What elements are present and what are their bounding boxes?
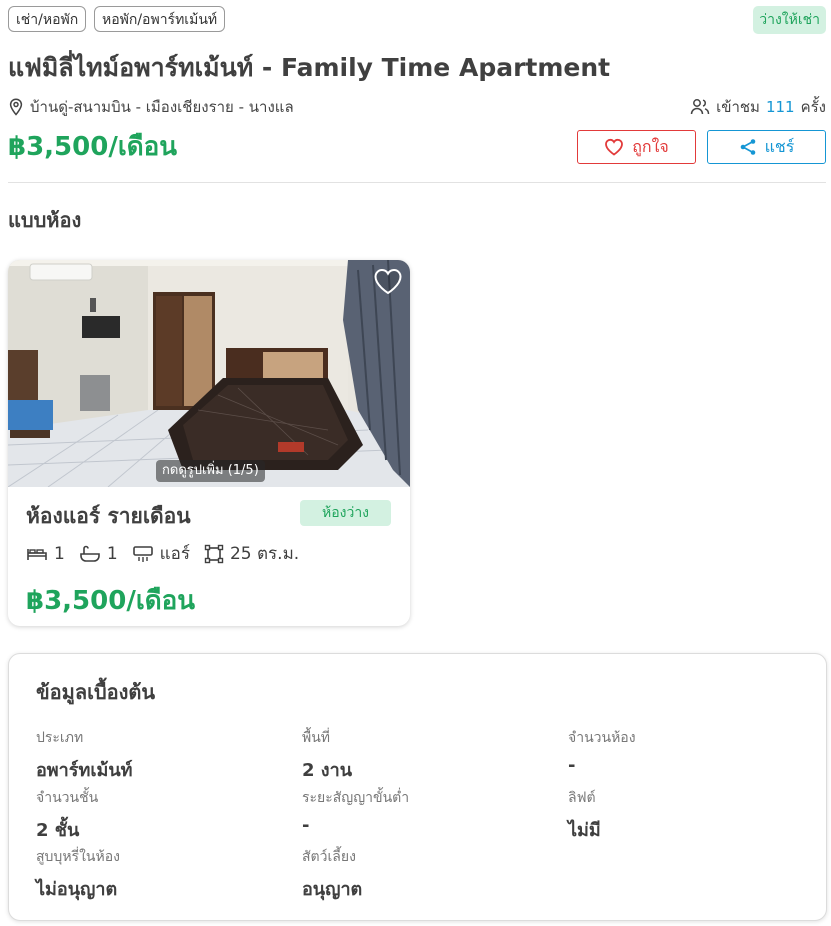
room-price: ฿3,500/เดือน (26, 586, 195, 616)
view-count-suffix: ครั้ง (800, 98, 826, 116)
heart-outline-icon (374, 268, 402, 295)
amenity-baths-count: 1 (106, 543, 118, 564)
location-pin-icon (9, 98, 23, 116)
view-count: เข้าชม 111 ครั้ง (690, 95, 826, 119)
page-title: แฟมิลี่ไทม์อพาร์ทเม้นท์ - Family Time Ap… (8, 53, 611, 82)
listing-price: ฿3,500/เดือน (8, 132, 177, 162)
info-elevator: ลิฟต์ ไม่มี (568, 787, 601, 844)
info-pets: สัตว์เลี้ยง อนุญาต (302, 846, 362, 903)
info-value: อนุญาต (302, 879, 363, 900)
info-value: - (302, 815, 310, 836)
info-value: ไม่อนุญาต (36, 879, 118, 900)
category-tag-rent[interactable]: เช่า/หอพัก (8, 6, 87, 32)
area-icon (204, 544, 224, 563)
room-photo[interactable]: กดดูรูปเพิ่ม (1/5) (8, 260, 410, 487)
users-icon (690, 99, 710, 115)
divider (8, 182, 826, 183)
info-floors: จำนวนชั้น 2 ชั้น (36, 787, 98, 844)
info-label: สัตว์เลี้ยง (302, 849, 356, 865)
info-value: 2 งาน (302, 760, 352, 781)
amenity-aircon: แอร์ (132, 540, 190, 567)
info-label: สูบบุหรี่ในห้อง (36, 849, 120, 865)
basic-info-heading: ข้อมูลเบื้องต้น (36, 680, 156, 704)
photo-more-caption[interactable]: กดดูรูปเพิ่ม (1/5) (156, 460, 265, 482)
info-type: ประเภท อพาร์ทเม้นท์ (36, 727, 133, 784)
info-area: พื้นที่ 2 งาน (302, 727, 352, 784)
amenity-size-value: 25 ตร.ม. (229, 544, 300, 564)
info-smoking: สูบบุหรี่ในห้อง ไม่อนุญาต (36, 846, 120, 903)
room-name: ห้องแอร์ รายเดือน (26, 504, 191, 528)
amenity-size: 25 ตร.ม. (204, 540, 299, 567)
category-tag-apartment[interactable]: หอพัก/อพาร์ทเม้นท์ (94, 6, 226, 32)
info-room-count: จำนวนห้อง - (568, 727, 636, 776)
location-text: บ้านดู่-สนามบิน - เมืองเชียงราย - นางแล (30, 98, 294, 116)
info-label: จำนวนชั้น (36, 790, 99, 806)
location: บ้านดู่-สนามบิน - เมืองเชียงราย - นางแล (8, 95, 294, 119)
room-types-heading: แบบห้อง (8, 208, 82, 232)
info-min-contract: ระยะสัญญาขั้นต่ำ - (302, 787, 409, 836)
info-label: จำนวนห้อง (568, 730, 636, 746)
share-button[interactable]: แชร์ (707, 130, 826, 164)
share-button-label: แชร์ (764, 136, 795, 156)
like-button[interactable]: ถูกใจ (577, 130, 696, 164)
bed-icon (27, 548, 47, 560)
heart-icon (605, 138, 624, 156)
info-value: ไม่มี (568, 820, 601, 841)
view-count-number: 111 (765, 98, 795, 116)
info-label: พื้นที่ (302, 730, 331, 746)
amenity-baths: 1 (79, 544, 118, 564)
info-value: อพาร์ทเม้นท์ (36, 760, 133, 781)
like-button-label: ถูกใจ (632, 136, 669, 156)
info-label: ระยะสัญญาขั้นต่ำ (302, 790, 410, 806)
info-value: 2 ชั้น (36, 820, 80, 841)
room-amenities: 1 1 แอร์ 25 ตร.ม. (26, 540, 313, 567)
amenity-aircon-label: แอร์ (159, 544, 190, 564)
favorite-room-button[interactable] (372, 266, 404, 298)
status-badge: ว่างให้เช่า (753, 6, 826, 34)
amenity-beds-count: 1 (54, 543, 65, 564)
room-photo-illustration (8, 260, 410, 487)
view-count-prefix: เข้าชม (716, 98, 760, 116)
room-card[interactable]: กดดูรูปเพิ่ม (1/5) ห้องแอร์ รายเดือน ห้อ… (8, 260, 410, 626)
amenity-beds: 1 (26, 544, 65, 564)
share-icon (740, 139, 755, 155)
info-label: ประเภท (36, 730, 84, 746)
bathtub-icon (80, 545, 100, 562)
air-conditioner-icon (132, 545, 153, 562)
info-label: ลิฟต์ (568, 790, 596, 806)
basic-info-card: ข้อมูลเบื้องต้น ประเภท อพาร์ทเม้นท์ พื้น… (8, 653, 827, 921)
info-value: - (568, 755, 576, 776)
room-availability-badge: ห้องว่าง (300, 500, 391, 526)
